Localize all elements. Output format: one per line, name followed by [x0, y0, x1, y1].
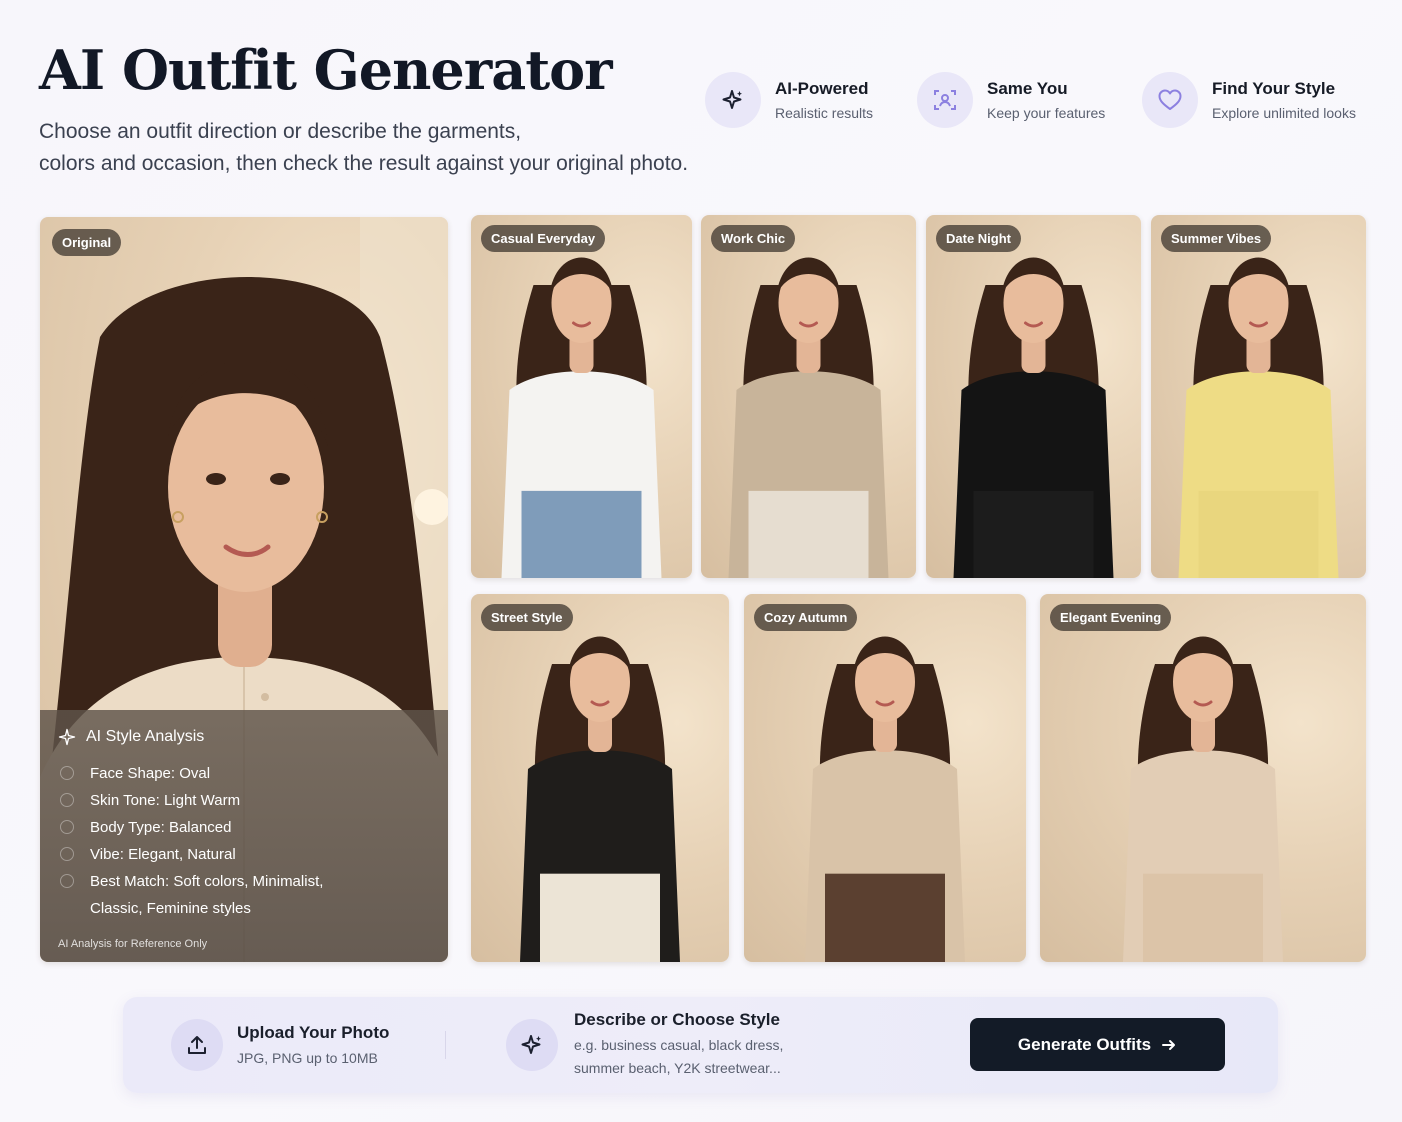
bullet-icon: [60, 766, 74, 780]
style-hint-line-2: summer beach, Y2K streetwear...: [574, 1060, 781, 1076]
original-photo[interactable]: Original AI Style Analysis Face Shape: O…: [40, 217, 448, 962]
generate-outfits-button[interactable]: Generate Outfits: [970, 1018, 1225, 1071]
outfit-label: Work Chic: [711, 225, 796, 252]
outfit-illustration: [805, 636, 965, 962]
style-hint-line-1: e.g. business casual, black dress,: [574, 1037, 784, 1053]
outfit-illustration: [1123, 636, 1283, 962]
heart-icon: [1142, 72, 1198, 128]
feature-title: AI-Powered: [775, 79, 869, 98]
sparkle-icon: [58, 728, 76, 746]
outfit-card[interactable]: Date Night: [926, 215, 1141, 578]
analysis-row-label: Face Shape: Oval: [90, 765, 211, 782]
face-scan-icon: [917, 72, 973, 128]
analysis-heading: AI Style Analysis: [58, 728, 430, 746]
bullet-icon: [60, 847, 74, 861]
upload-title[interactable]: Upload Your Photo: [237, 1023, 389, 1043]
action-bar: Upload Your Photo JPG, PNG up to 10MB De…: [123, 997, 1278, 1093]
analysis-row-label: Vibe: Elegant, Natural: [90, 846, 236, 863]
outfit-illustration: [1178, 257, 1339, 578]
feature-same-you: Same You Keep your features: [917, 72, 1105, 128]
bullet-icon: [60, 793, 74, 807]
feature-subtitle: Explore unlimited looks: [1212, 105, 1356, 121]
bullet-icon: [60, 874, 74, 888]
feature-ai-powered: AI-Powered Realistic results: [705, 72, 873, 128]
outfit-illustration: [520, 636, 680, 962]
analysis-row-label: Body Type: Balanced: [90, 819, 232, 836]
outfit-label: Date Night: [936, 225, 1021, 252]
photo-label: Original: [52, 229, 122, 256]
outfit-label: Cozy Autumn: [754, 604, 858, 631]
outfit-card[interactable]: Summer Vibes: [1151, 215, 1366, 578]
outfit-label: Street Style: [481, 604, 573, 631]
page-title: AI Outfit Generator: [39, 38, 613, 102]
page-subtitle: Choose an outfit direction or describe t…: [39, 116, 739, 180]
divider: [445, 1031, 446, 1059]
analysis-row-label: Classic, Feminine styles: [90, 900, 251, 917]
outfit-label: Elegant Evening: [1050, 604, 1172, 631]
outfit-illustration: [501, 257, 662, 578]
outfit-card[interactable]: Casual Everyday: [471, 215, 692, 578]
outfit-card[interactable]: Street Style: [471, 594, 729, 962]
feature-subtitle: Realistic results: [775, 105, 874, 121]
subtitle-line-2: colors and occasion, then check the resu…: [39, 152, 689, 175]
subtitle-line-1: Choose an outfit direction or describe t…: [39, 120, 522, 143]
feature-subtitle: Keep your features: [987, 105, 1106, 121]
style-title: Describe or Choose Style: [574, 1010, 780, 1029]
upload-icon[interactable]: [171, 1019, 223, 1071]
generate-button-label: Generate Outfits: [1017, 1034, 1152, 1054]
sparkle-icon: [705, 72, 761, 128]
analysis-row-label: Skin Tone: Light Warm: [90, 792, 241, 809]
outfit-illustration: [728, 257, 889, 578]
analysis-row-label: Best Match: Soft colors, Minimalist,: [90, 873, 324, 890]
analysis-row: Classic, Feminine styles: [58, 895, 430, 922]
outfit-card[interactable]: Work Chic: [701, 215, 916, 578]
analysis-row: Skin Tone: Light Warm: [58, 787, 430, 814]
style-analysis-panel: AI Style Analysis Face Shape: Oval Skin …: [40, 710, 448, 962]
sparkle-icon: [506, 1019, 558, 1071]
analysis-heading-label: AI Style Analysis: [86, 728, 205, 745]
analysis-row: Best Match: Soft colors, Minimalist,: [58, 868, 430, 895]
feature-title: Same You: [987, 79, 1068, 98]
upload-subtitle: JPG, PNG up to 10MB: [237, 1050, 378, 1066]
outfit-illustration: [953, 257, 1114, 578]
outfit-label: Summer Vibes: [1161, 225, 1272, 252]
outfit-card[interactable]: Cozy Autumn: [744, 594, 1026, 962]
arrow-right-icon: [1162, 1039, 1176, 1050]
analysis-row: Body Type: Balanced: [58, 814, 430, 841]
feature-title: Find Your Style: [1212, 79, 1336, 98]
bullet-icon: [60, 820, 74, 834]
analysis-row: Face Shape: Oval: [58, 760, 430, 787]
analysis-note: AI Analysis for Reference Only: [58, 938, 208, 950]
outfit-label: Casual Everyday: [481, 225, 606, 252]
feature-find-your-style: Find Your Style Explore unlimited looks: [1142, 72, 1356, 128]
analysis-row: Vibe: Elegant, Natural: [58, 841, 430, 868]
style-prompt-input[interactable]: e.g. business casual, black dress, summe…: [574, 1034, 783, 1080]
outfit-card[interactable]: Elegant Evening: [1040, 594, 1366, 962]
